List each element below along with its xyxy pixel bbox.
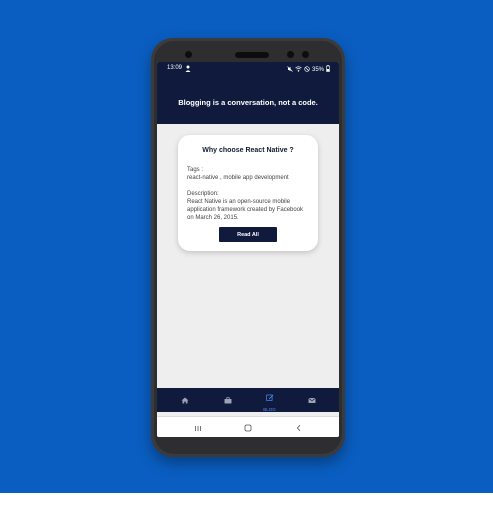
- home-icon: [181, 391, 189, 409]
- sensor-right: [302, 51, 309, 58]
- read-all-button[interactable]: Read All: [219, 227, 277, 242]
- tab-blog[interactable]: BLOG: [247, 388, 292, 412]
- recents-button[interactable]: [191, 422, 205, 433]
- status-icons: 35%: [287, 65, 330, 74]
- home-circle-icon: [244, 419, 252, 437]
- app-header: Blogging is a conversation, not a code.: [157, 76, 339, 124]
- tab-portfolio[interactable]: [205, 388, 250, 412]
- sensor-left: [287, 51, 294, 58]
- blog-card: Why choose React Native ? Tags : react-n…: [178, 135, 318, 251]
- tab-blog-label: BLOG: [263, 407, 276, 412]
- earpiece-speaker: [235, 52, 269, 58]
- phone-screen: 13:09 35% Blogging is a conversation, no…: [157, 62, 339, 437]
- battery-text: 35%: [311, 66, 324, 73]
- front-camera: [185, 51, 192, 58]
- header-title: Blogging is a conversation, not a code.: [178, 97, 318, 107]
- briefcase-icon: [224, 391, 232, 409]
- mail-icon: [307, 391, 316, 409]
- tab-home[interactable]: [162, 388, 207, 412]
- card-title: Why choose React Native ?: [202, 147, 294, 154]
- back-button[interactable]: [292, 422, 306, 433]
- status-bar: 13:09 35%: [157, 62, 339, 76]
- description-label: Description:: [187, 191, 219, 197]
- person-icon: [185, 65, 191, 74]
- recents-icon: [194, 419, 202, 437]
- description-value: React Native is an open-source mobile ap…: [187, 199, 304, 221]
- system-nav-bar: [157, 416, 339, 437]
- home-nav-button[interactable]: [241, 422, 255, 433]
- wifi-icon: [295, 65, 302, 74]
- tab-contact[interactable]: [289, 388, 334, 412]
- back-icon: [295, 419, 303, 437]
- status-time: 13:09: [167, 65, 183, 71]
- alarm-icon: [304, 65, 310, 74]
- tags-label: Tags :: [187, 167, 204, 173]
- battery-icon: [326, 65, 330, 74]
- edit-icon: [265, 388, 274, 406]
- tags-value: react-native , mobile app development: [187, 175, 289, 181]
- mute-icon: [287, 65, 293, 74]
- bottom-tab-bar: BLOG: [157, 388, 339, 412]
